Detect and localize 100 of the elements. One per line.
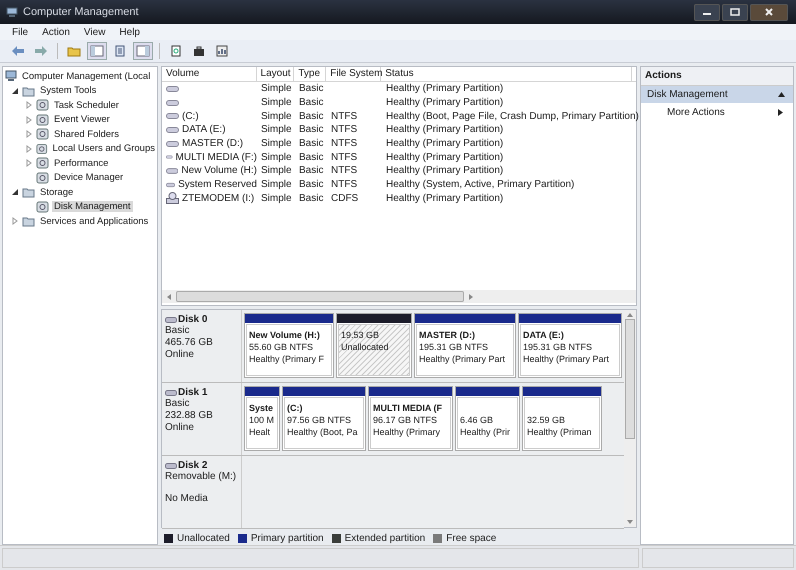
scroll-up-icon [627,312,633,317]
table-cell: Basic [299,179,324,190]
menu-item[interactable]: View [84,26,106,38]
table-cell: Simple [261,124,292,136]
submenu-caret-icon [778,109,783,116]
horizontal-scrollbar[interactable] [162,290,636,303]
collapsed-arrow-icon[interactable] [25,101,33,110]
tree-item[interactable]: Task Scheduler [52,100,121,111]
folder-icon [22,84,35,97]
drive-icon [166,112,179,120]
table-cell: NTFS [331,138,358,150]
partition-detail: Healthy (Primary [373,426,440,438]
partition-block[interactable]: 32.59 GB Healthy (Priman [522,386,602,451]
tree-item[interactable]: Local Users and Groups [50,143,157,154]
table-cell: Basic [299,110,324,122]
disk-name: Disk 2 [178,460,208,471]
table-cell: NTFS [331,179,358,190]
partition-detail: Healthy (Primary F [249,353,324,365]
minimize-button[interactable] [694,4,720,20]
collapsed-arrow-icon[interactable] [25,116,33,124]
partition-block[interactable]: MULTI MEDIA (F 96.17 GB NTFS Healthy (Primary [368,386,453,451]
console-tree-button[interactable] [87,42,107,60]
disk-info-panel[interactable]: Disk 1 Basic 232.88 GB Online [162,383,242,455]
scrollbar-thumb[interactable] [176,291,464,302]
menu-item[interactable]: File [12,26,28,38]
drive-icon [166,166,178,175]
column-header[interactable]: File System [326,67,382,81]
partition-block[interactable]: 19.53 GB Unallocated [336,313,412,378]
maximize-button[interactable] [722,4,748,20]
disk-info-panel[interactable]: Disk 2 Removable (M:) No Media [162,456,242,528]
partition-detail: Healthy (Primary Part [523,353,610,365]
table-cell: Healthy (Primary Partition) [386,152,504,163]
table-cell: Basic [299,83,324,94]
drive-icon [166,84,179,93]
disk-detail: 465.76 GB [165,337,214,349]
partition-block[interactable]: (C:) 97.56 GB NTFS Healthy (Boot, Pa [282,386,366,451]
partition-block[interactable]: MASTER (D:) 195.31 GB NTFS Healthy (Primary Part [414,313,516,378]
legend-label: Extended partition [344,532,426,544]
disk-detail: 232.88 GB [165,410,214,422]
drive-icon [165,316,177,322]
column-header[interactable]: Status [381,67,632,81]
table-cell: Basic [299,192,324,204]
partition-detail: 55.60 GB NTFS [249,341,314,353]
tree-item[interactable]: Storage [38,186,76,198]
partition-block[interactable]: Syste 100 M Healt [244,386,280,451]
table-cell: System Reserved [178,179,257,190]
scrollbar-thumb[interactable] [625,319,635,439]
action-pane-button[interactable] [133,42,153,60]
tree-item[interactable]: Disk Management [52,201,133,212]
collapsed-arrow-icon[interactable] [25,144,33,153]
actions-section[interactable]: Disk Management [641,86,793,103]
table-cell: ZTEMODEM (I:) [182,192,254,204]
disk-detail: Removable (M:) [165,471,238,483]
collapsed-arrow-icon[interactable] [11,217,19,226]
disk-detail: Online [165,349,195,361]
partition-detail: DATA (E:) [523,329,564,341]
table-cell: Basic [299,97,324,108]
expanded-arrow-icon[interactable] [11,188,19,196]
tool-icon [36,200,49,213]
column-header[interactable]: Type [294,67,326,81]
table-cell: New Volume (H:) [181,165,257,176]
table-cell: CDFS [331,192,358,204]
tool-icon [36,157,49,170]
panel-icon [90,45,104,57]
computer-icon [5,70,17,82]
partition-block[interactable]: New Volume (H:) 55.60 GB NTFS Healthy (Primary F [244,313,334,378]
partition-block[interactable]: 6.46 GB Healthy (Prir [455,386,520,451]
table-cell: Simple [261,165,292,176]
tree-item[interactable]: System Tools [38,85,98,96]
collapsed-arrow-icon[interactable] [25,159,33,168]
menu-item[interactable]: Help [119,26,140,38]
partition-detail: 195.31 GB NTFS [523,341,592,353]
column-header[interactable]: Volume [162,67,257,81]
actions-header: Actions [641,67,793,86]
tree-item[interactable]: Performance [52,158,110,169]
section-title: Disk Management [647,89,728,100]
disk-info-panel[interactable]: Disk 0 Basic 465.76 GB Online [162,310,242,382]
partition-block[interactable]: DATA (E:) 195.31 GB NTFS Healthy (Primary Part [518,313,622,378]
collapsed-arrow-icon[interactable] [25,130,33,138]
tree-item[interactable]: Services and Applications [38,216,150,227]
disk-detail: Basic [165,398,190,410]
tree-item[interactable]: Shared Folders [52,128,121,140]
tool-icon [36,99,49,112]
tree-item[interactable]: Device Manager [52,172,126,184]
table-cell: Healthy (Primary Partition) [386,138,504,150]
tree-item[interactable]: Event Viewer [52,114,112,126]
partition-detail: 32.59 GB [527,414,566,426]
table-cell: Simple [261,192,292,204]
tree-item[interactable]: Computer Management (Local [20,70,152,82]
vertical-scrollbar[interactable] [624,310,636,527]
action-link[interactable]: More Actions [641,103,793,122]
column-header[interactable]: Layout [256,67,294,81]
partition-detail: MASTER (D:) [419,329,475,341]
partition-detail: 195.31 GB NTFS [419,341,488,353]
partition-detail: 100 M [249,414,274,426]
menu-item[interactable]: Action [42,26,70,38]
close-button[interactable] [750,4,788,20]
table-cell: Healthy (Primary Partition) [386,165,504,176]
expanded-arrow-icon[interactable] [11,86,19,95]
partition-detail: Healt [249,426,270,438]
